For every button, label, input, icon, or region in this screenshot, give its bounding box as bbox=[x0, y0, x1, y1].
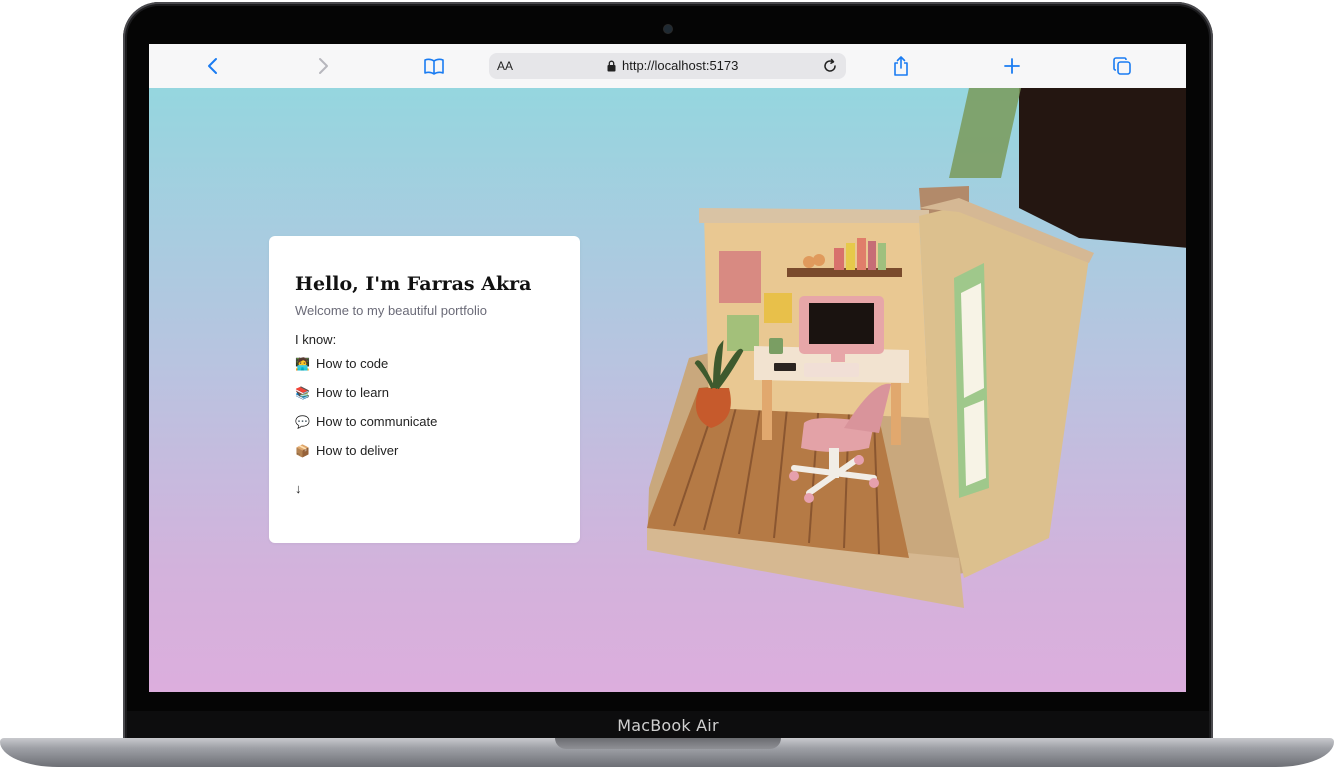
window-pane-bottom bbox=[964, 400, 986, 486]
portfolio-page: Hello, I'm Farras Akra Welcome to my bea… bbox=[149, 88, 1186, 692]
keyboard bbox=[804, 363, 859, 377]
book bbox=[868, 241, 876, 270]
device-label: MacBook Air bbox=[617, 715, 719, 735]
share-icon[interactable] bbox=[889, 54, 913, 78]
plant-leaf-shape bbox=[949, 88, 1021, 178]
book-icon[interactable] bbox=[422, 54, 446, 78]
chair-wheel bbox=[804, 493, 814, 503]
chair-wheel bbox=[854, 455, 864, 465]
camera-icon bbox=[664, 25, 672, 33]
plus-icon[interactable] bbox=[1000, 54, 1024, 78]
package-icon: 📦 bbox=[295, 443, 310, 458]
chair-wheel bbox=[789, 471, 799, 481]
laptop-chin: MacBook Air bbox=[127, 711, 1209, 741]
scroll-down-arrow[interactable]: ↓ bbox=[295, 481, 302, 496]
window-pane-top bbox=[961, 283, 984, 398]
hero-card: Hello, I'm Farras Akra Welcome to my bea… bbox=[269, 236, 580, 543]
url-text: http://localhost:5173 bbox=[622, 58, 739, 73]
poster-green bbox=[727, 315, 759, 351]
book bbox=[846, 243, 855, 270]
book bbox=[834, 248, 844, 270]
tabs-icon[interactable] bbox=[1110, 54, 1134, 78]
chevron-right-icon[interactable] bbox=[311, 54, 335, 78]
skill-item-communicate: 💬 How to communicate bbox=[295, 414, 437, 429]
book bbox=[878, 243, 886, 270]
skill-item-deliver: 📦 How to deliver bbox=[295, 443, 398, 458]
laptop-notch bbox=[555, 738, 781, 749]
monitor-screen bbox=[809, 303, 874, 344]
skill-label: How to code bbox=[316, 356, 389, 371]
hero-title: Hello, I'm Farras Akra bbox=[295, 273, 532, 295]
skill-label: How to deliver bbox=[316, 443, 399, 458]
address-bar[interactable]: AA http://localhost:5173 bbox=[489, 53, 846, 79]
chevron-left-icon[interactable] bbox=[201, 54, 225, 78]
lock-icon bbox=[607, 60, 616, 72]
browser-screen: AA http://localhost:5173 Hello, I'm Farr… bbox=[149, 44, 1186, 692]
overhang-shape bbox=[1019, 88, 1186, 248]
reload-icon[interactable] bbox=[822, 58, 838, 74]
skill-label: How to learn bbox=[316, 385, 389, 400]
reader-aa-button[interactable]: AA bbox=[497, 59, 513, 73]
speech-bubble-icon: 💬 bbox=[295, 414, 310, 429]
poster-pink bbox=[719, 251, 761, 303]
chair-wheel bbox=[869, 478, 879, 488]
room-illustration[interactable] bbox=[629, 88, 1186, 692]
books-icon: 📚 bbox=[295, 385, 310, 400]
browser-toolbar: AA http://localhost:5173 bbox=[149, 44, 1186, 89]
mug bbox=[769, 338, 783, 354]
skills-intro: I know: bbox=[295, 332, 337, 347]
skill-item-code: 🧑‍💻 How to code bbox=[295, 356, 388, 371]
wall-top bbox=[699, 208, 929, 223]
hero-subtitle: Welcome to my beautiful portfolio bbox=[295, 303, 487, 318]
desk-leg bbox=[891, 383, 901, 445]
fruit bbox=[803, 256, 815, 268]
phone bbox=[774, 363, 796, 371]
poster-yellow bbox=[764, 293, 792, 323]
skill-item-learn: 📚 How to learn bbox=[295, 385, 389, 400]
desk-leg bbox=[762, 380, 772, 440]
monitor-stand bbox=[831, 354, 845, 362]
fruit bbox=[813, 254, 825, 266]
skill-label: How to communicate bbox=[316, 414, 438, 429]
technologist-icon: 🧑‍💻 bbox=[295, 356, 310, 371]
book bbox=[857, 238, 866, 270]
